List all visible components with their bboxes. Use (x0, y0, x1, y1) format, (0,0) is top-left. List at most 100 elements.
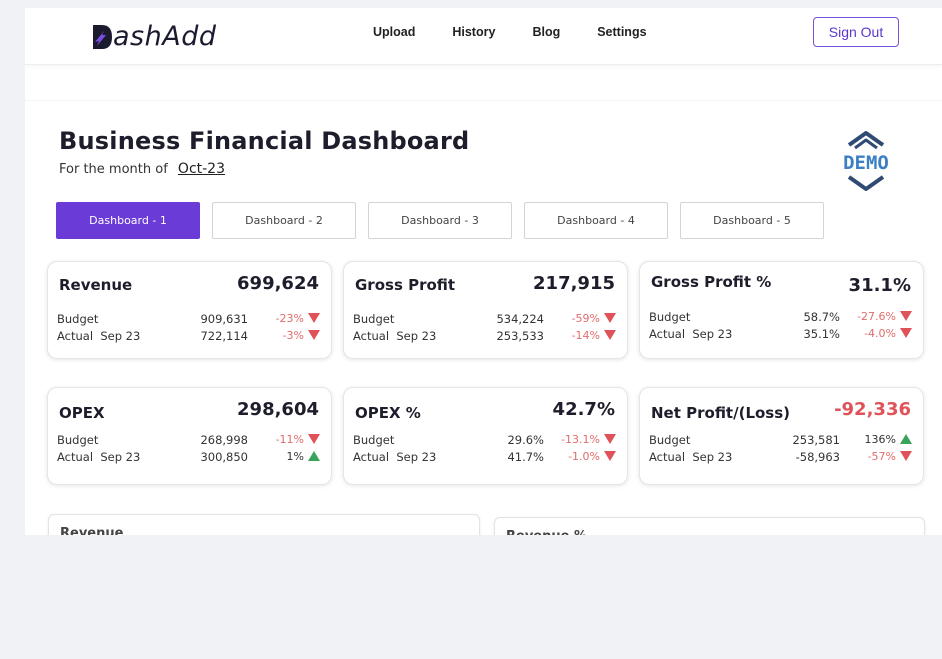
kpi-card-revenue[interactable]: Revenue 699,624 Budget 909,631 -23% Actu… (47, 261, 332, 359)
kpi-value: 31.1% (848, 275, 911, 296)
kpi-value: 699,624 (237, 273, 319, 294)
row-label: Budget (649, 310, 691, 324)
row-pct: -3% (282, 329, 304, 342)
logo-d-icon (93, 25, 112, 49)
row-label: Actual Sep 23 (649, 327, 733, 341)
row-value: 253,581 (792, 433, 840, 447)
top-navbar: ashAdd Upload History Blog Settings Sign… (25, 8, 942, 65)
app-frame: ashAdd Upload History Blog Settings Sign… (25, 8, 942, 575)
kpi-title: Gross Profit (355, 276, 456, 294)
down-arrow-icon (900, 311, 912, 321)
down-arrow-icon (900, 328, 912, 338)
kpi-title: OPEX % (355, 404, 421, 422)
row-label: Actual Sep 23 (57, 450, 141, 464)
row-pct: 1% (286, 450, 304, 463)
page-subtitle: For the month of Oct-23 (59, 161, 225, 177)
row-pct: -13.1% (561, 433, 600, 446)
kpi-title: OPEX (59, 404, 105, 422)
row-pct: 136% (864, 433, 896, 446)
row-label: Budget (57, 312, 99, 326)
tab-dashboard-4[interactable]: Dashboard - 4 (524, 202, 668, 239)
up-arrow-icon (900, 434, 912, 444)
main-nav: Upload History Blog Settings (373, 25, 684, 39)
down-arrow-icon (308, 313, 320, 323)
dashboard-tabs: Dashboard - 1 Dashboard - 2 Dashboard - … (56, 202, 836, 239)
kpi-actual-row: Actual Sep 23 722,114 -3% (57, 329, 320, 343)
row-label: Budget (353, 312, 395, 326)
up-arrow-icon (308, 451, 320, 461)
row-label: Actual Sep 23 (353, 329, 437, 343)
row-value: 253,533 (496, 329, 544, 343)
kpi-value: 217,915 (533, 273, 615, 294)
down-arrow-icon (604, 434, 616, 444)
row-value: 722,114 (200, 329, 248, 343)
row-value: -58,963 (795, 450, 840, 464)
kpi-actual-row: Actual Sep 23 -58,963 -57% (649, 450, 912, 464)
kpi-budget-row: Budget 534,224 -59% (353, 312, 616, 326)
brand-name: ashAdd (113, 21, 217, 52)
page-title: Business Financial Dashboard (59, 127, 470, 155)
kpi-actual-row: Actual Sep 23 35.1% -4.0% (649, 327, 912, 341)
row-value: 534,224 (496, 312, 544, 326)
dashboard-content: Business Financial Dashboard For the mon… (25, 100, 942, 575)
down-arrow-icon (308, 434, 320, 444)
row-pct: -4.0% (864, 327, 896, 340)
kpi-value: 298,604 (237, 399, 319, 420)
row-value: 268,998 (200, 433, 248, 447)
nav-upload[interactable]: Upload (373, 25, 415, 39)
demo-badge-text: DEMO (843, 152, 889, 174)
kpi-budget-row: Budget 253,581 136% (649, 433, 912, 447)
down-arrow-icon (604, 451, 616, 461)
brand-logo[interactable]: ashAdd (91, 16, 216, 52)
kpi-actual-row: Actual Sep 23 253,533 -14% (353, 329, 616, 343)
kpi-card-net-profit[interactable]: Net Profit/(Loss) -92,336 Budget 253,581… (639, 387, 924, 485)
row-label: Actual Sep 23 (57, 329, 141, 343)
row-pct: -27.6% (857, 310, 896, 323)
row-label: Actual Sep 23 (353, 450, 437, 464)
row-label: Budget (57, 433, 99, 447)
row-pct: -1.0% (568, 450, 600, 463)
nav-history[interactable]: History (452, 25, 495, 39)
month-selector[interactable]: Oct-23 (178, 161, 225, 177)
row-pct: -57% (867, 450, 896, 463)
down-arrow-icon (308, 330, 320, 340)
kpi-card-gross-profit[interactable]: Gross Profit 217,915 Budget 534,224 -59%… (343, 261, 628, 359)
row-value: 35.1% (803, 327, 840, 341)
row-label: Budget (649, 433, 691, 447)
kpi-title: Revenue (59, 276, 133, 294)
page-margin (0, 0, 25, 659)
tab-dashboard-5[interactable]: Dashboard - 5 (680, 202, 824, 239)
row-label: Budget (353, 433, 395, 447)
nav-settings[interactable]: Settings (597, 25, 646, 39)
row-pct: -23% (275, 312, 304, 325)
kpi-title: Net Profit/(Loss) (651, 404, 791, 422)
subtitle-prefix: For the month of (59, 162, 168, 177)
row-pct: -59% (571, 312, 600, 325)
page-background (25, 535, 942, 659)
sign-out-button[interactable]: Sign Out (813, 17, 899, 47)
row-label: Actual Sep 23 (649, 450, 733, 464)
tab-dashboard-1[interactable]: Dashboard - 1 (56, 202, 200, 239)
nav-blog[interactable]: Blog (532, 25, 560, 39)
row-pct: -11% (275, 433, 304, 446)
row-pct: -14% (571, 329, 600, 342)
down-arrow-icon (900, 451, 912, 461)
tab-dashboard-2[interactable]: Dashboard - 2 (212, 202, 356, 239)
down-arrow-icon (604, 330, 616, 340)
kpi-value: -92,336 (834, 399, 911, 420)
kpi-title: Gross Profit % (651, 273, 772, 291)
row-value: 58.7% (803, 310, 840, 324)
kpi-card-gross-profit-pct[interactable]: Gross Profit % 31.1% Budget 58.7% -27.6%… (639, 261, 924, 359)
kpi-budget-row: Budget 909,631 -23% (57, 312, 320, 326)
kpi-card-opex[interactable]: OPEX 298,604 Budget 268,998 -11% Actual … (47, 387, 332, 485)
kpi-card-opex-pct[interactable]: OPEX % 42.7% Budget 29.6% -13.1% Actual … (343, 387, 628, 485)
kpi-actual-row: Actual Sep 23 300,850 1% (57, 450, 320, 464)
tab-dashboard-3[interactable]: Dashboard - 3 (368, 202, 512, 239)
kpi-actual-row: Actual Sep 23 41.7% -1.0% (353, 450, 616, 464)
row-value: 909,631 (200, 312, 248, 326)
demo-badge-icon: DEMO (843, 131, 889, 191)
row-value: 41.7% (507, 450, 544, 464)
row-value: 29.6% (507, 433, 544, 447)
kpi-budget-row: Budget 29.6% -13.1% (353, 433, 616, 447)
down-arrow-icon (604, 313, 616, 323)
